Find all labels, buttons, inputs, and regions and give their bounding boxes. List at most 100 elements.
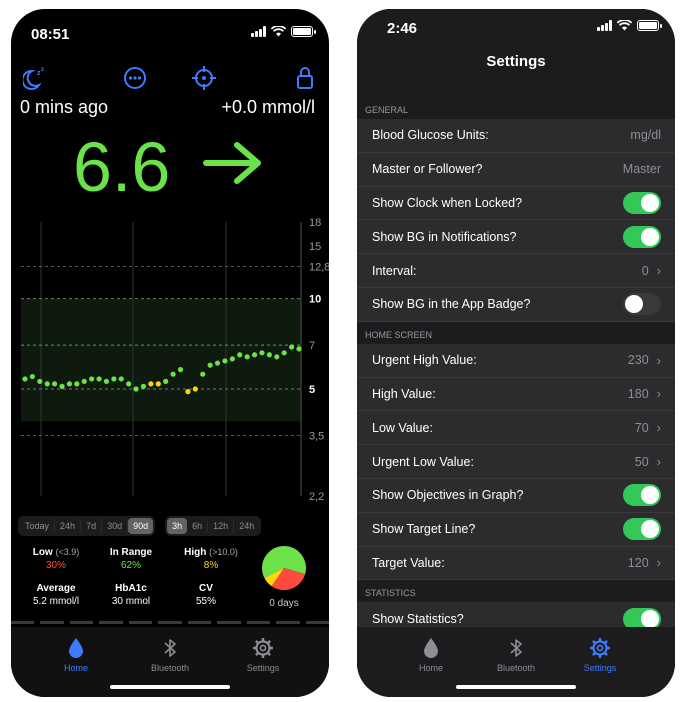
objectives-graph-toggle[interactable]: [623, 484, 661, 507]
glucose-reading-point: [118, 376, 124, 382]
target-line-toggle[interactable]: [623, 518, 661, 541]
last-reading-ago: 0 mins ago: [20, 97, 109, 117]
lock-icon[interactable]: [292, 65, 318, 91]
setting-urgent-low[interactable]: Urgent Low Value: 50 ›: [357, 445, 675, 479]
tab-home-label: Home: [63, 663, 88, 673]
range-controls: Today 24h 7d 30d 90d 3h 6h 12h 24h: [18, 516, 262, 536]
glucose-reading-point: [37, 378, 43, 384]
tab-bluetooth[interactable]: Bluetooth: [140, 637, 200, 673]
more-options-icon[interactable]: [122, 65, 148, 91]
divider-dashes: [11, 621, 329, 624]
glucose-reading-point: [148, 381, 154, 387]
glucose-chart-svg: 06 07 08 18 15 12,8 10 7 5 3,5 2,2: [21, 217, 329, 504]
y-tick-label: 2,2: [309, 491, 324, 503]
glucose-reading-point: [251, 352, 258, 358]
setting-notif-label: Show BG in Notifications?: [372, 229, 517, 244]
setting-units[interactable]: Blood Glucose Units: mg/dl: [357, 119, 675, 153]
tab-home[interactable]: Home: [46, 637, 106, 673]
clock-locked-toggle[interactable]: [623, 191, 661, 214]
crosshair-icon[interactable]: [191, 65, 217, 91]
x-tick-label: 07: [126, 503, 140, 504]
chevron-right-icon: ›: [656, 352, 661, 368]
stat-average-value: 5.2 mmol/l: [32, 596, 80, 607]
stat-in-range: In Range 62%: [91, 547, 171, 571]
setting-urgent-high-label: Urgent High Value:: [372, 353, 477, 368]
glucose-reading-point: [163, 378, 169, 384]
setting-clock-label: Show Clock when Locked?: [372, 195, 523, 210]
glucose-reading-point: [126, 381, 132, 387]
range-button-90d[interactable]: 90d: [128, 518, 154, 534]
setting-target-value[interactable]: Target Value: 120 ›: [357, 546, 675, 581]
glucose-reading-point: [207, 362, 213, 368]
stat-low: Low (<3.9) 30%: [16, 547, 96, 571]
stat-cv-label: CV: [199, 583, 213, 594]
glucose-reading-point: [281, 350, 287, 356]
tab-home[interactable]: Home: [401, 637, 461, 673]
y-tick-label: 18: [309, 217, 321, 229]
history-range-selector[interactable]: Today 24h 7d 30d 90d: [18, 516, 156, 536]
setting-high[interactable]: High Value: 180 ›: [357, 377, 675, 412]
stat-high-value: 8%: [203, 560, 219, 571]
glucose-reading-point: [288, 344, 295, 350]
gear-icon: [253, 638, 273, 658]
setting-master-value: Master: [622, 162, 661, 177]
y-tick-label: 7: [309, 340, 315, 352]
range-button-30d[interactable]: 30d: [102, 518, 129, 534]
glucose-reading-point: [259, 350, 265, 356]
tab-settings[interactable]: Settings: [233, 637, 293, 673]
home-indicator[interactable]: [110, 685, 230, 689]
setting-low[interactable]: Low Value: 70 ›: [357, 411, 675, 446]
stat-hba1c-value: 30 mmol: [111, 596, 151, 607]
zoom-button-24h[interactable]: 24h: [234, 518, 259, 534]
zoom-range-selector[interactable]: 3h 6h 12h 24h: [165, 516, 262, 536]
app-badge-toggle[interactable]: [623, 293, 661, 316]
zoom-button-12h[interactable]: 12h: [208, 518, 235, 534]
chevron-right-icon: ›: [656, 386, 661, 402]
setting-objectives-label: Show Objectives in Graph?: [372, 488, 524, 503]
y-tick-label: 15: [309, 241, 321, 253]
stat-in-range-label: In Range: [109, 547, 153, 558]
tab-bluetooth-label: Bluetooth: [150, 663, 190, 673]
zoom-button-3h[interactable]: 3h: [167, 518, 188, 534]
glucose-chart[interactable]: 06 07 08 18 15 12,8 10 7 5 3,5 2,2: [19, 209, 329, 504]
stat-hba1c: HbA1c 30 mmol: [91, 583, 171, 607]
glucose-reading-point: [59, 383, 65, 389]
bg-delta: +0.0 mmol/l: [221, 97, 315, 117]
show-statistics-toggle[interactable]: [623, 607, 661, 627]
range-button-24h[interactable]: 24h: [55, 518, 82, 534]
range-button-7d[interactable]: 7d: [81, 518, 103, 534]
section-header-statistics: STATISTICS: [357, 580, 675, 603]
stat-low-value: 30%: [45, 560, 66, 571]
glucose-reading-point: [81, 378, 87, 384]
glucose-reading-point: [44, 381, 50, 387]
setting-interval[interactable]: Interval: 0 ›: [357, 254, 675, 288]
settings-list[interactable]: GENERAL Blood Glucose Units: mg/dl Master…: [357, 85, 675, 627]
range-button-today[interactable]: Today: [20, 518, 56, 534]
stat-in-range-value: 62%: [120, 560, 141, 571]
y-tick-label: 5: [309, 384, 315, 396]
sleep-moon-icon[interactable]: zz: [23, 65, 49, 91]
status-icons: [597, 20, 662, 31]
setting-master-follower[interactable]: Master or Follower? Master: [357, 152, 675, 187]
status-time: 2:46: [387, 20, 418, 37]
tab-settings-label: Settings: [246, 663, 280, 673]
setting-target-value-label: Target Value:: [372, 555, 445, 570]
stat-cv-value: 55%: [195, 596, 216, 607]
tab-settings[interactable]: Settings: [570, 637, 630, 673]
tab-bar: Home Bluetooth Settings: [357, 627, 675, 697]
glucose-reading-point: [74, 381, 80, 387]
chevron-right-icon: ›: [656, 454, 661, 470]
tab-bluetooth[interactable]: Bluetooth: [486, 637, 546, 673]
bg-notifications-toggle[interactable]: [623, 225, 661, 248]
chevron-right-icon: ›: [656, 263, 661, 279]
bluetooth-icon: [510, 639, 522, 657]
setting-urgent-high[interactable]: Urgent High Value: 230 ›: [357, 343, 675, 378]
current-bg-value: 6.6: [73, 128, 171, 206]
glucose-reading-point: [96, 376, 102, 382]
zoom-button-6h[interactable]: 6h: [187, 518, 209, 534]
setting-master-label: Master or Follower?: [372, 162, 483, 177]
status-bar: 08:51: [11, 9, 329, 57]
home-indicator[interactable]: [456, 685, 576, 689]
y-tick-label: 3,5: [309, 430, 324, 442]
setting-target-line: Show Target Line?: [357, 512, 675, 547]
